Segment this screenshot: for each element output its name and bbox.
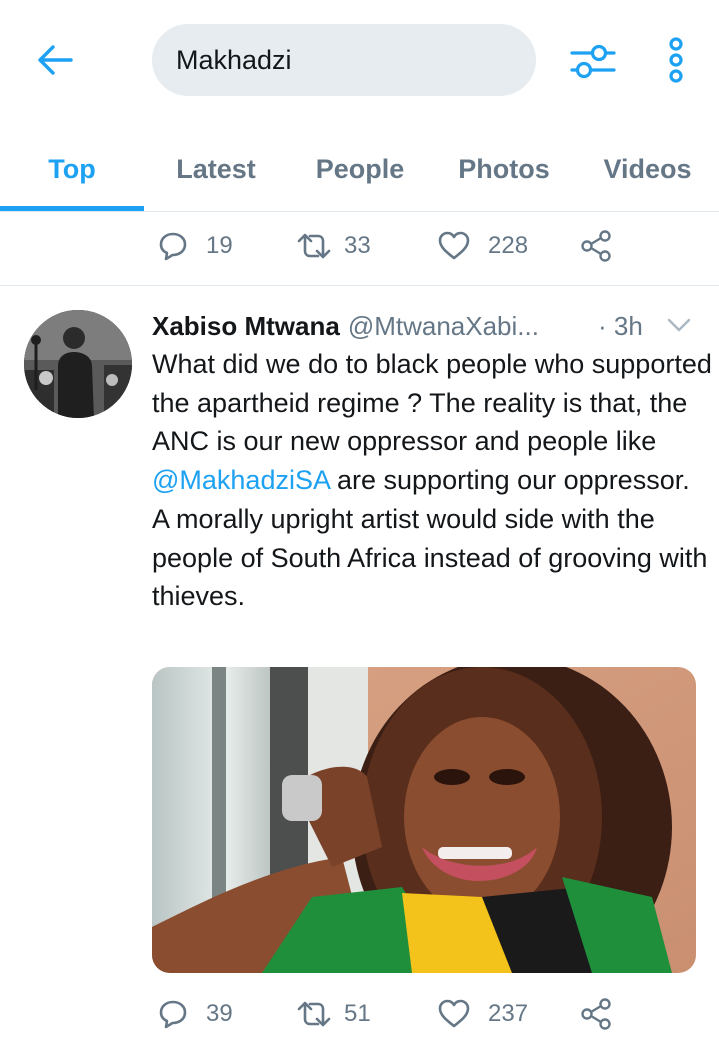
tweet-text: What did we do to black people who suppo… bbox=[152, 345, 712, 616]
like-count: 237 bbox=[488, 1000, 529, 1027]
active-tab-indicator bbox=[0, 206, 144, 211]
back-button[interactable] bbox=[30, 38, 80, 82]
share-icon bbox=[581, 230, 611, 262]
reply-button[interactable]: 39 bbox=[158, 999, 233, 1029]
tab-videos[interactable]: Videos bbox=[576, 128, 719, 210]
share-button[interactable] bbox=[580, 998, 612, 1030]
retweet-count: 51 bbox=[344, 1000, 371, 1027]
more-options-button[interactable] bbox=[654, 34, 698, 86]
heart-icon bbox=[438, 231, 470, 260]
reply-button[interactable]: 19 bbox=[158, 231, 233, 261]
tweet-media-image[interactable] bbox=[152, 667, 696, 973]
media-photo bbox=[152, 667, 696, 973]
top-bar bbox=[0, 0, 719, 120]
filter-button[interactable] bbox=[566, 38, 618, 84]
tab-latest[interactable]: Latest bbox=[144, 128, 288, 210]
tweet-text-part-1: What did we do to black people who suppo… bbox=[152, 349, 712, 457]
tweet-header: Xabiso Mtwana @MtwanaXabi... · 3h bbox=[152, 306, 702, 346]
reply-count: 19 bbox=[206, 232, 233, 259]
reply-count: 39 bbox=[206, 1000, 233, 1027]
back-arrow-icon bbox=[38, 45, 73, 75]
previous-tweet-actions: 19 33 228 bbox=[152, 226, 622, 266]
retweet-button[interactable]: 51 bbox=[296, 999, 371, 1029]
retweet-icon bbox=[297, 1001, 331, 1027]
reply-icon bbox=[159, 1000, 187, 1029]
display-name[interactable]: Xabiso Mtwana bbox=[152, 311, 340, 342]
like-count: 228 bbox=[488, 232, 529, 259]
user-handle[interactable]: @MtwanaXabi... bbox=[348, 311, 539, 342]
chevron-down-icon bbox=[667, 318, 691, 332]
retweet-icon bbox=[297, 233, 331, 259]
tweet-options-button[interactable] bbox=[664, 312, 694, 338]
search-field[interactable] bbox=[152, 24, 536, 96]
mention-link[interactable]: @MakhadziSA bbox=[152, 465, 330, 495]
tab-photos[interactable]: Photos bbox=[432, 128, 576, 210]
avatar[interactable] bbox=[24, 310, 132, 418]
like-button[interactable]: 237 bbox=[438, 999, 528, 1029]
tweet-actions: 39 51 237 bbox=[152, 994, 622, 1034]
share-button[interactable] bbox=[580, 230, 612, 262]
retweet-button[interactable]: 33 bbox=[296, 231, 371, 261]
like-button[interactable]: 228 bbox=[438, 231, 528, 261]
filter-sliders-icon bbox=[570, 44, 616, 79]
reply-icon bbox=[159, 232, 187, 261]
search-tabs: Top Latest People Photos Videos bbox=[0, 128, 719, 212]
heart-icon bbox=[438, 999, 470, 1028]
tweet-timestamp[interactable]: · 3h bbox=[598, 311, 643, 342]
search-input[interactable] bbox=[176, 44, 536, 76]
tab-top[interactable]: Top bbox=[0, 128, 144, 210]
tweet-divider bbox=[0, 285, 719, 286]
share-icon bbox=[581, 998, 611, 1030]
retweet-count: 33 bbox=[344, 232, 371, 259]
avatar-photo bbox=[24, 310, 132, 418]
tab-people[interactable]: People bbox=[288, 128, 432, 210]
more-vertical-icon bbox=[669, 37, 683, 83]
